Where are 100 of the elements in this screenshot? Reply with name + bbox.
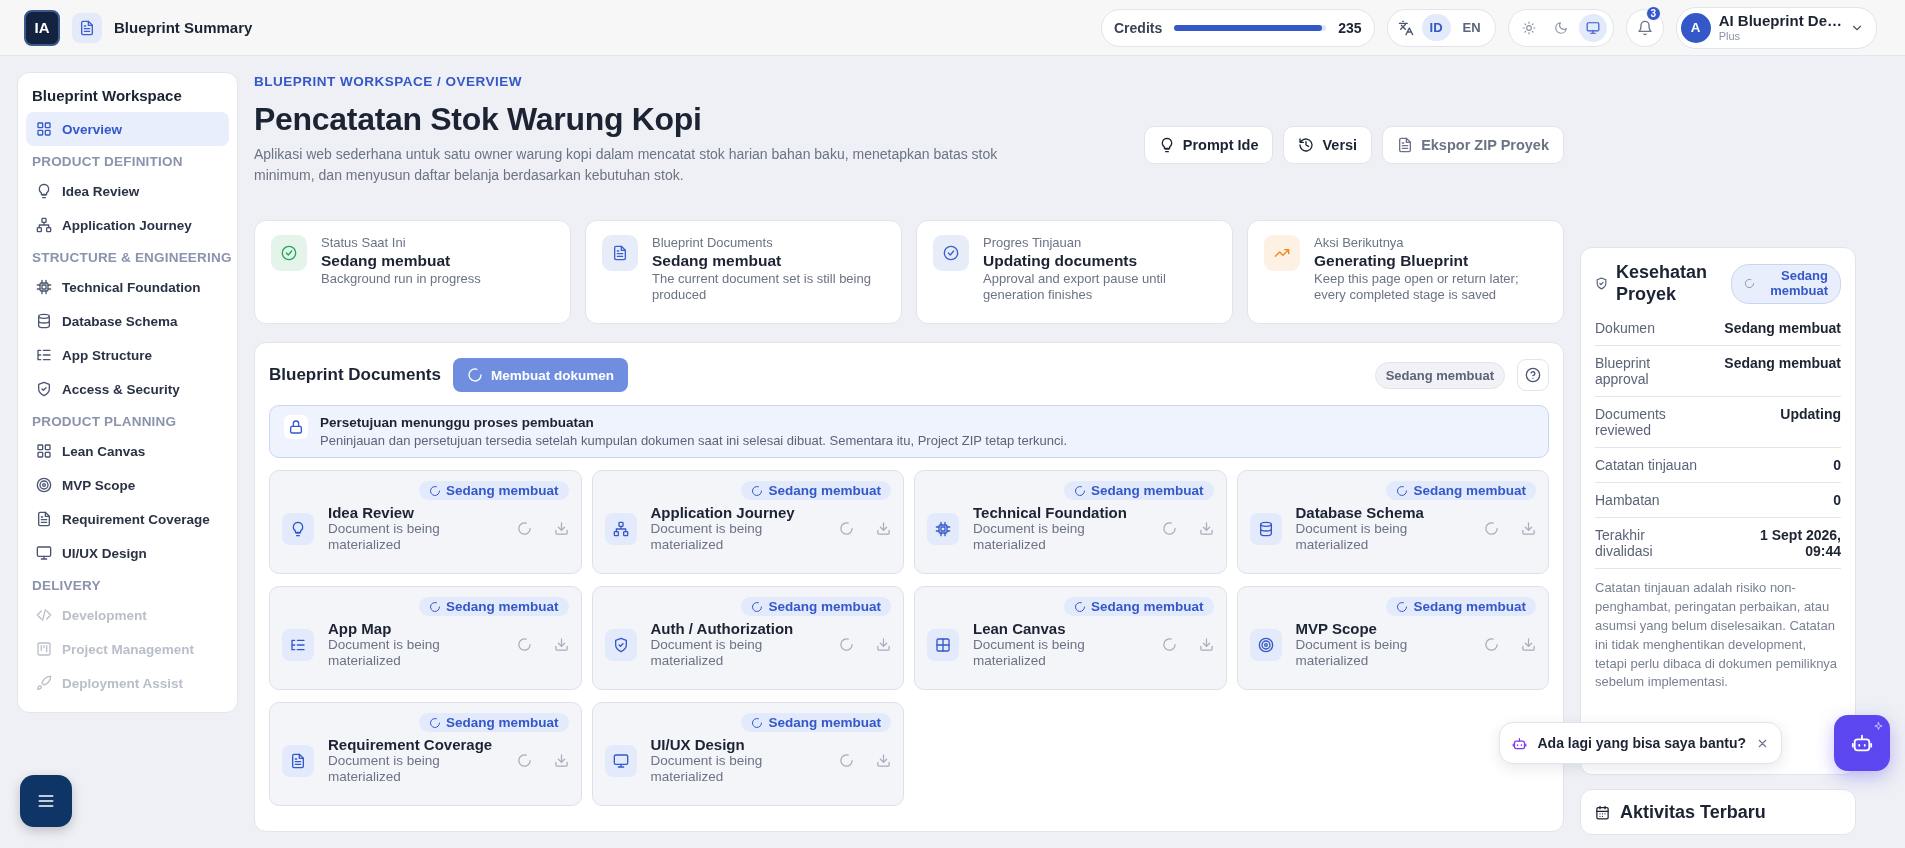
summary-note: Background run in progress xyxy=(321,271,481,288)
versions-button[interactable]: Versi xyxy=(1283,126,1373,164)
document-card[interactable]: Sedang membuat Idea Review Document is being materialized xyxy=(269,470,582,574)
status-badge: Sedang membuat xyxy=(1063,481,1214,500)
sidebar-title: Blueprint Workspace xyxy=(31,87,183,106)
document-card[interactable]: Sedang membuat Database Schema Document is being materialized xyxy=(1236,470,1549,574)
language-option[interactable]: EN xyxy=(1454,14,1489,41)
document-note: Document is being materialized xyxy=(328,521,441,554)
document-title: MVP Scope xyxy=(1295,620,1378,637)
sidebar-item[interactable]: Access & Security xyxy=(26,372,229,406)
credits-label: Credits xyxy=(1114,19,1163,36)
breadcrumb: BLUEPRINT WORKSPACE / OVERVIEW xyxy=(254,74,524,89)
page-title: Blueprint Summary xyxy=(114,19,253,36)
app-logo: IA xyxy=(24,9,60,46)
notice-title: Persetujuan menunggu proses pembuatan xyxy=(320,415,595,430)
sidebar-item[interactable]: Technical Foundation xyxy=(26,270,229,304)
document-title: App Map xyxy=(328,620,393,637)
status-badge: Sedang membuat xyxy=(1731,263,1841,304)
metric-label: Terakhir divalidasi xyxy=(1595,527,1654,560)
notifications-button[interactable]: 3 xyxy=(1625,8,1664,47)
summary-note: Approval and export pause until generation finishes xyxy=(983,271,1167,304)
document-card[interactable]: Sedang membuat Application Journey Document is being materialized xyxy=(591,470,904,574)
document-title: UI/UX Design xyxy=(650,736,746,753)
summary-label: Status Saat Ini xyxy=(321,235,407,250)
sidebar-item[interactable]: Idea Review xyxy=(26,174,229,208)
section-heading: STRUCTURE & ENGINEERING xyxy=(31,249,229,267)
sidebar-item[interactable]: UI/UX Design xyxy=(26,536,229,570)
prompt-button[interactable]: Prompt Ide xyxy=(1143,126,1274,164)
document-title: Application Journey xyxy=(650,504,796,521)
metric-value: Sedang membuat xyxy=(1724,320,1841,337)
status-badge: Sedang membuat xyxy=(741,597,891,616)
panel-title: Blueprint Documents xyxy=(269,365,441,385)
user-avatar: A xyxy=(1680,12,1711,43)
status-badge: Sedang membuat xyxy=(418,597,569,616)
document-card[interactable]: Sedang membuat UI/UX Design Document is being materialized xyxy=(591,702,904,806)
status-badge: Sedang membuat xyxy=(418,481,569,500)
notification-badge: 3 xyxy=(1645,5,1661,21)
section-heading: PRODUCT PLANNING xyxy=(31,413,178,431)
document-note: Document is being materialized xyxy=(650,637,764,670)
summary-label: Progres Tinjauan xyxy=(983,235,1083,250)
metric-label: Dokumen xyxy=(1595,320,1655,337)
document-note: Document is being materialized xyxy=(650,753,764,786)
metric-value: 0 xyxy=(1833,492,1841,509)
section-heading: PRODUCT DEFINITION xyxy=(31,153,184,171)
document-note: Document is being materialized xyxy=(973,637,1086,670)
status-badge: Sedang membuat xyxy=(1386,597,1536,616)
sidebar-item[interactable]: Overview xyxy=(26,112,229,146)
document-card[interactable]: Sedang membuat Technical Foundation Document is being materialized xyxy=(914,470,1227,574)
metric-value: 1 Sept 2026, 09:44 xyxy=(1759,527,1841,560)
notice-text: Peninjauan dan persetujuan tersedia setelah kumpulan dokumen saat ini selesai dibuat. Sementara itu, Project ZIP tetap terkunci. xyxy=(320,433,1067,448)
metric-label: Blueprint approval xyxy=(1595,355,1652,388)
document-title: Technical Foundation xyxy=(973,504,1128,521)
document-card[interactable]: Sedang membuat Lean Canvas Document is being materialized xyxy=(914,586,1227,690)
document-card[interactable]: Sedang membuat Auth / Authorization Document is being materialized xyxy=(591,586,904,690)
document-note: Document is being materialized xyxy=(650,521,764,554)
credits-value: 235 xyxy=(1338,19,1362,36)
language-option[interactable]: ID xyxy=(1421,14,1451,41)
document-title: Lean Canvas xyxy=(973,620,1067,637)
summary-value: Sedang membuat xyxy=(321,252,452,270)
document-note: Document is being materialized xyxy=(1295,637,1409,670)
document-card[interactable]: Sedang membuat Requirement Coverage Document is being materialized xyxy=(269,702,582,806)
metric-label: Hambatan xyxy=(1595,492,1660,509)
document-card[interactable]: Sedang membuat MVP Scope Document is being materialized xyxy=(1236,586,1549,690)
summary-value: Generating Blueprint xyxy=(1314,252,1470,270)
document-card[interactable]: Sedang membuat App Map Document is being materialized xyxy=(269,586,582,690)
card-title: Aktivitas Terbaru xyxy=(1620,802,1766,823)
status-badge: Sedang membuat xyxy=(1386,481,1536,500)
sidebar-item[interactable]: App Structure xyxy=(26,338,229,372)
metric-value: Updating xyxy=(1780,406,1841,423)
summary-label: Aksi Berikutnya xyxy=(1314,235,1405,250)
sidebar-item[interactable]: Database Schema xyxy=(26,304,229,338)
metric-label: Catatan tinjauan xyxy=(1595,457,1697,474)
summary-label: Blueprint Documents xyxy=(652,235,774,250)
review-note: Catatan tinjauan adalah risiko non-penghambat, peringatan perbaikan, atau asumsi yang belum diselesaikan. Catatan ini tidak menghentikan development, tetapi perlu dibaca di dokumen pemiliknya sebelum implementasi. xyxy=(1595,579,1839,692)
assistant-prompt: Ada lagi yang bisa saya bantu? xyxy=(1537,735,1746,751)
sidebar-item[interactable]: MVP Scope xyxy=(26,468,229,502)
status-badge: Sedang membuat xyxy=(741,713,891,732)
document-title: Idea Review xyxy=(328,504,415,521)
status-badge: Sedang membuat xyxy=(1063,597,1214,616)
page-heading: Pencatatan Stok Warung Kopi xyxy=(254,101,703,138)
sidebar-item[interactable]: Application Journey xyxy=(26,208,229,242)
user-name: AI Blueprint De… xyxy=(1718,13,1842,30)
document-note: Document is being materialized xyxy=(1295,521,1409,554)
summary-value: Sedang membuat xyxy=(652,252,783,270)
user-menu[interactable]: A AI Blueprint De… Plus xyxy=(1675,6,1877,49)
document-note: Document is being materialized xyxy=(328,637,441,670)
metric-value: Sedang membuat xyxy=(1724,355,1841,372)
status-chip: Sedang membuat xyxy=(1374,361,1505,389)
status-badge: Sedang membuat xyxy=(418,713,569,732)
summary-note: The current document set is still being produced xyxy=(652,271,872,304)
document-title: Auth / Authorization xyxy=(650,620,795,637)
document-title: Requirement Coverage xyxy=(328,736,494,753)
metric-label: Documents reviewed xyxy=(1595,406,1667,439)
sidebar-item[interactable]: Requirement Coverage xyxy=(26,502,229,536)
user-plan: Plus xyxy=(1718,29,1741,42)
card-title: Kesehatan Proyek xyxy=(1616,262,1709,306)
section-heading: DELIVERY xyxy=(31,577,102,595)
summary-note: Keep this page open or return later; every completed stage is saved xyxy=(1314,271,1520,304)
document-title: Database Schema xyxy=(1295,504,1425,521)
sidebar-item[interactable]: Lean Canvas xyxy=(26,434,229,468)
